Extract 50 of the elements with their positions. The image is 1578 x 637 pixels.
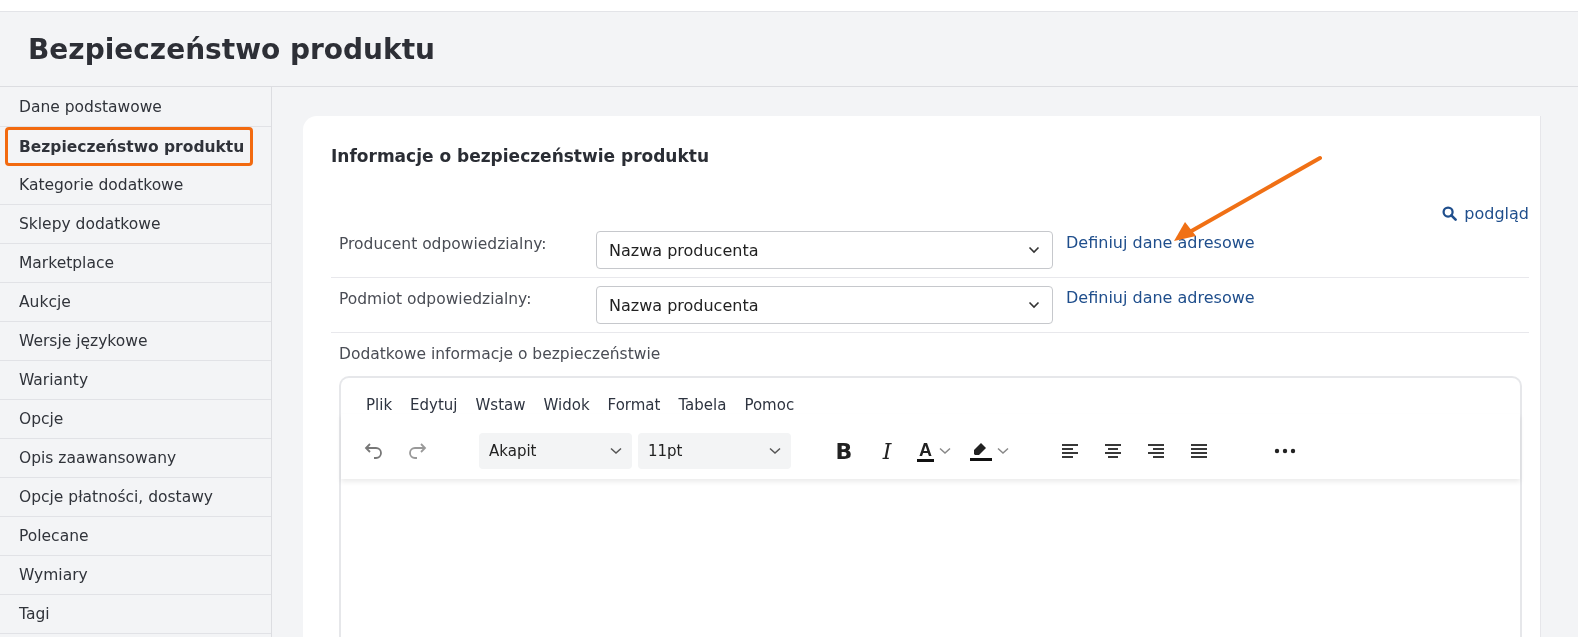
- chevron-down-icon: [939, 447, 951, 455]
- sidebar-item[interactable]: Kategorie dodatkowe: [0, 166, 271, 205]
- field-label: Podmiot odpowiedzialny:: [339, 289, 533, 308]
- search-icon: [1442, 206, 1458, 221]
- text-color-button[interactable]: A: [913, 434, 955, 468]
- sidebar-item[interactable]: Dane podstawowe: [0, 88, 271, 127]
- address-link[interactable]: Definiuj dane adresowe: [1066, 286, 1255, 307]
- dropdown-field[interactable]: Nazwa producenta: [596, 286, 1053, 324]
- address-link[interactable]: Definiuj dane adresowe: [1066, 231, 1255, 252]
- section-title: Informacje o bezpieczeństwie produktu: [331, 146, 710, 166]
- sidebar-item[interactable]: Aukcje: [0, 283, 271, 322]
- sidebar-item[interactable]: Bezpieczeństwo produktu: [5, 127, 253, 166]
- sidebar-item[interactable]: Wersje językowe: [0, 322, 271, 361]
- toolbar-dropdown[interactable]: Akapit: [479, 433, 632, 469]
- chevron-down-icon: [997, 447, 1009, 455]
- menu-item[interactable]: Wstaw: [466, 396, 535, 414]
- menu-item[interactable]: Widok: [534, 396, 599, 414]
- chevron-down-icon: [769, 447, 781, 455]
- align-left-icon: [1060, 442, 1080, 460]
- chevron-down-icon: [1028, 301, 1040, 309]
- sidebar-item[interactable]: Polecane: [0, 517, 271, 556]
- justify-icon: [1189, 442, 1209, 460]
- sidebar-item[interactable]: Opcje płatności, dostawy: [0, 478, 271, 517]
- preview-link[interactable]: podgląd: [1442, 204, 1529, 223]
- sidebar-item[interactable]: Opcje: [0, 400, 271, 439]
- redo-icon: [406, 441, 428, 461]
- menu-item[interactable]: Plik: [357, 396, 402, 414]
- align-center-icon: [1103, 442, 1123, 460]
- menu-item[interactable]: Format: [598, 396, 670, 414]
- sidebar-item[interactable]: Sklepy dodatkowe: [0, 205, 271, 244]
- menu-item[interactable]: Pomoc: [735, 396, 804, 414]
- menu-item[interactable]: Tabela: [669, 396, 736, 414]
- italic-button[interactable]: I: [870, 434, 904, 468]
- menu-item[interactable]: Edytuj: [401, 396, 467, 414]
- dropdown-field[interactable]: Nazwa producenta: [596, 231, 1053, 269]
- toolbar-dropdown[interactable]: 11pt: [638, 433, 791, 469]
- sidebar-item[interactable]: Marketplace: [0, 244, 271, 283]
- align-right-icon: [1146, 442, 1166, 460]
- sidebar-item[interactable]: Warianty: [0, 361, 271, 400]
- sidebar-item[interactable]: Tagi: [0, 595, 271, 634]
- bold-button[interactable]: B: [827, 434, 861, 468]
- undo-icon: [363, 441, 385, 461]
- chevron-down-icon: [1028, 246, 1040, 254]
- sidebar-item[interactable]: Wymiary: [0, 556, 271, 595]
- page-title: Bezpieczeństwo produktu: [28, 32, 435, 66]
- sidebar-item[interactable]: Opis zaawansowany: [0, 439, 271, 478]
- field-label: Producent odpowiedzialny:: [339, 234, 548, 253]
- more-dots-icon: [1274, 448, 1296, 454]
- chevron-down-icon: [610, 447, 622, 455]
- field-label: Dodatkowe informacje o bezpieczeństwie: [338, 344, 662, 363]
